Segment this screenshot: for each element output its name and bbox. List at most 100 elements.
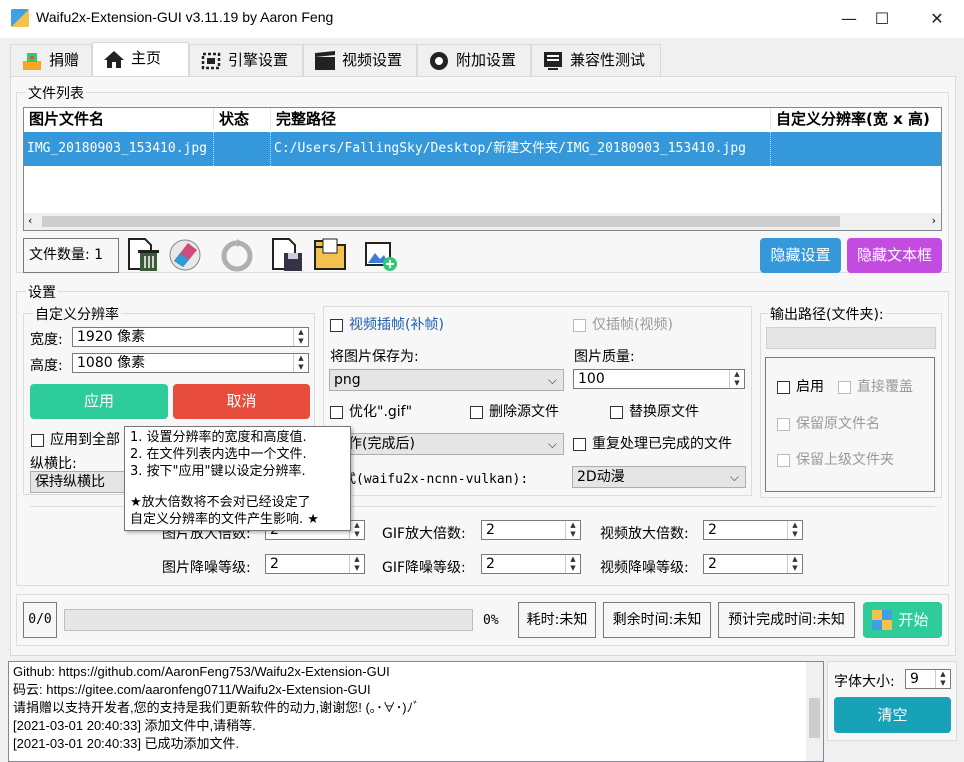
quality-input[interactable]: 100 ▲ ▼ bbox=[573, 369, 745, 389]
tab-home[interactable]: 主页 bbox=[92, 42, 189, 77]
save-as-label: 将图片保存为: bbox=[330, 349, 419, 365]
resolution-tooltip: 1. 设置分辨率的宽度和高度值. 2. 在文件列表内选中一个文件. 3. 按下"… bbox=[124, 426, 351, 531]
output-enable-checkbox[interactable]: 启用 bbox=[777, 379, 824, 395]
table-row[interactable]: IMG_20180903_153410.jpg C:/Users/Falling… bbox=[24, 132, 941, 166]
hide-settings-button[interactable]: 隐藏设置 bbox=[760, 238, 841, 273]
start-label: 开始 bbox=[898, 611, 929, 629]
optimize-gif-checkbox[interactable]: 优化".gif" bbox=[330, 404, 412, 420]
cell-status bbox=[214, 132, 271, 166]
clear-log-button[interactable]: 清空 bbox=[834, 697, 951, 733]
remove-file-icon[interactable] bbox=[126, 237, 160, 273]
load-list-icon[interactable] bbox=[313, 237, 347, 273]
clear-list-icon[interactable] bbox=[168, 237, 202, 273]
keep-name-checkbox: 保留原文件名 bbox=[777, 416, 880, 432]
cancel-button[interactable]: 取消 bbox=[173, 384, 310, 419]
vid-noise-label: 视频降噪等级: bbox=[600, 560, 689, 576]
replace-source-checkbox[interactable]: 替换原文件 bbox=[610, 404, 699, 420]
column-header-filename[interactable]: 图片文件名 bbox=[24, 108, 214, 130]
settings-title: 设置 bbox=[26, 282, 58, 302]
close-button[interactable]: ✕ bbox=[914, 0, 960, 38]
tooltip-line: 3. 按下"应用"键以设定分辨率. bbox=[130, 464, 306, 479]
video-interp-checkbox[interactable]: 视频插帧(补帧) bbox=[330, 317, 444, 333]
vid-scale-input[interactable]: 2 ▲ ▼ bbox=[703, 520, 803, 540]
width-input[interactable]: 1920 像素 ▲ ▼ bbox=[72, 327, 309, 347]
add-image-icon[interactable] bbox=[364, 237, 398, 273]
style-label: 样式(waifu2x-ncnn-vulkan): bbox=[330, 472, 529, 487]
maximize-button[interactable]: ☐ bbox=[859, 0, 905, 38]
tab-label: 捐赠 bbox=[49, 51, 80, 69]
vid-noise-input[interactable]: 2 ▲ ▼ bbox=[703, 554, 803, 574]
img-noise-input[interactable]: 2 ▲ ▼ bbox=[265, 554, 365, 574]
font-size-input[interactable]: 9 ▲ ▼ bbox=[905, 669, 951, 689]
column-header-status[interactable]: 状态 bbox=[214, 108, 271, 130]
ratio-select[interactable]: 保持纵横比 bbox=[30, 471, 130, 493]
title-bar: Waifu2x-Extension-GUI v3.11.19 by Aaron … bbox=[0, 0, 964, 38]
log-textbox[interactable]: Github: https://github.com/AaronFeng753/… bbox=[8, 661, 824, 762]
remaining-label: 剩余时间:未知 bbox=[603, 602, 711, 638]
scroll-right-icon[interactable]: › bbox=[932, 214, 936, 227]
start-button[interactable]: 开始 bbox=[863, 602, 942, 638]
style-select[interactable]: 2D动漫 ⌵ bbox=[572, 466, 746, 488]
progress-bar bbox=[64, 609, 473, 631]
tab-donate[interactable]: 捐赠 bbox=[10, 44, 92, 77]
log-line: Github: https://github.com/AaronFeng753/… bbox=[13, 664, 390, 679]
apply-button[interactable]: 应用 bbox=[30, 384, 168, 419]
height-spinner[interactable]: ▲ ▼ bbox=[293, 354, 308, 372]
column-header-custom-res[interactable]: 自定义分辨率(宽 x 高) bbox=[771, 108, 941, 130]
horizontal-scrollbar[interactable]: ‹ › bbox=[24, 213, 941, 230]
font-size-spinner[interactable]: ▲ ▼ bbox=[935, 670, 950, 688]
tab-addon[interactable]: 附加设置 bbox=[417, 44, 531, 77]
gif-scale-input[interactable]: 2 ▲ ▼ bbox=[481, 520, 581, 540]
scrollbar-thumb[interactable] bbox=[809, 698, 820, 738]
compat-icon bbox=[544, 52, 562, 70]
quality-value: 100 bbox=[578, 371, 605, 387]
vid-noise-spinner[interactable]: ▲ ▼ bbox=[787, 555, 802, 573]
overwrite-checkbox: 直接覆盖 bbox=[838, 379, 913, 395]
vid-scale-value: 2 bbox=[708, 522, 717, 538]
quality-spinner[interactable]: ▲ ▼ bbox=[729, 370, 744, 388]
gif-scale-spinner[interactable]: ▲ ▼ bbox=[565, 521, 580, 539]
tooltip-line: ★放大倍数将不会对已经设定了 bbox=[130, 495, 311, 510]
file-table[interactable]: 图片文件名 状态 完整路径 自定义分辨率(宽 x 高) IMG_20180903… bbox=[23, 107, 942, 231]
height-input[interactable]: 1080 像素 ▲ ▼ bbox=[72, 353, 309, 373]
vid-noise-value: 2 bbox=[708, 556, 717, 572]
start-icon bbox=[872, 610, 892, 630]
column-header-path[interactable]: 完整路径 bbox=[271, 108, 771, 130]
chevron-down-icon: ⌵ bbox=[547, 437, 557, 451]
hide-textbox-button[interactable]: 隐藏文本框 bbox=[847, 238, 942, 273]
delete-source-checkbox[interactable]: 删除源文件 bbox=[470, 404, 559, 420]
tab-label: 主页 bbox=[131, 49, 162, 67]
tab-engine[interactable]: 引擎设置 bbox=[189, 44, 303, 77]
interp-only-checkbox: 仅插帧(视频) bbox=[573, 317, 673, 333]
tab-compat[interactable]: 兼容性测试 bbox=[531, 44, 661, 77]
ratio-label: 纵横比: bbox=[30, 456, 77, 472]
width-spinner[interactable]: ▲ ▼ bbox=[293, 328, 308, 346]
img-noise-spinner[interactable]: ▲ ▼ bbox=[349, 555, 364, 573]
video-icon bbox=[315, 51, 335, 70]
log-line: 请捐赠以支持开发者,您的支持是我们更新软件的动力,谢谢您! (｡･∀･)ﾉﾞ bbox=[13, 700, 420, 715]
scroll-left-icon[interactable]: ‹ bbox=[28, 214, 32, 227]
log-line: [2021-03-01 20:40:33] 添加文件中,请稍等. bbox=[13, 718, 256, 733]
tab-label: 引擎设置 bbox=[228, 51, 289, 69]
gif-scale-label: GIF放大倍数: bbox=[382, 526, 466, 542]
width-value: 1920 像素 bbox=[77, 329, 146, 345]
vid-scale-label: 视频放大倍数: bbox=[600, 526, 689, 542]
vid-scale-spinner[interactable]: ▲ ▼ bbox=[787, 521, 802, 539]
after-action-select[interactable]: 动作(完成后) ⌵ bbox=[329, 433, 564, 455]
refresh-icon[interactable] bbox=[220, 237, 254, 273]
save-format-select[interactable]: png ⌵ bbox=[329, 369, 564, 391]
reprocess-checkbox[interactable]: 重复处理已完成的文件 bbox=[573, 436, 732, 452]
quality-label: 图片质量: bbox=[574, 349, 635, 365]
gif-noise-label: GIF降噪等级: bbox=[382, 560, 466, 576]
vertical-scrollbar[interactable] bbox=[806, 662, 823, 761]
img-scale-spinner[interactable]: ▲ ▼ bbox=[349, 521, 364, 539]
scrollbar-thumb[interactable] bbox=[42, 216, 840, 227]
tab-video[interactable]: 视频设置 bbox=[303, 44, 417, 77]
save-list-icon[interactable] bbox=[270, 237, 304, 273]
chevron-down-icon: ⌵ bbox=[729, 470, 739, 484]
gif-noise-input[interactable]: 2 ▲ ▼ bbox=[481, 554, 581, 574]
window-title: Waifu2x-Extension-GUI v3.11.19 by Aaron … bbox=[36, 9, 334, 25]
apply-all-checkbox[interactable]: 应用到全部 bbox=[31, 432, 120, 448]
gif-noise-spinner[interactable]: ▲ ▼ bbox=[565, 555, 580, 573]
ratio-value: 保持纵横比 bbox=[35, 474, 105, 490]
